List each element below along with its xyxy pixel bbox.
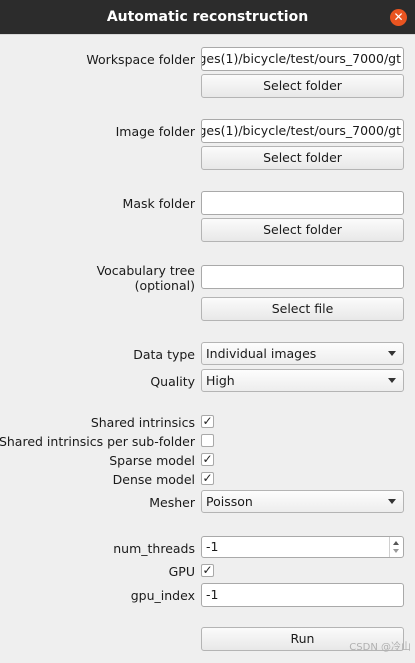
workspace-folder-input[interactable]: ages(1)/bicycle/test/ours_7000/gt [201, 47, 404, 71]
image-folder-label: Image folder [115, 124, 195, 139]
gpu-index-label: gpu_index [130, 588, 195, 603]
shared-intrinsics-subfolder-checkbox[interactable] [201, 434, 214, 447]
dialog-body: Workspace folder ages(1)/bicycle/test/ou… [0, 34, 415, 663]
shared-intrinsics-checkbox[interactable]: ✓ [201, 415, 214, 428]
data-type-label: Data type [133, 347, 195, 362]
data-type-select[interactable]: Individual images [201, 342, 404, 365]
mask-select-folder-button[interactable]: Select folder [201, 218, 404, 242]
quality-select[interactable]: High [201, 369, 404, 392]
spin-arrows[interactable] [389, 537, 403, 557]
chevron-down-icon [388, 351, 396, 356]
window-title: Automatic reconstruction [106, 9, 309, 25]
num-threads-label: num_threads [113, 541, 195, 556]
workspace-select-folder-button[interactable]: Select folder [201, 74, 404, 98]
dense-model-checkbox[interactable]: ✓ [201, 472, 214, 485]
vocab-tree-input[interactable] [201, 265, 404, 289]
gpu-index-input[interactable]: -1 [201, 583, 404, 607]
spin-down-icon[interactable] [393, 549, 399, 553]
vocab-tree-label-line1: Vocabulary tree [96, 263, 195, 278]
mask-folder-label: Mask folder [122, 196, 195, 211]
num-threads-spinbox[interactable]: -1 [201, 536, 404, 558]
shared-intrinsics-subfolder-label: Shared intrinsics per sub-folder [0, 434, 195, 449]
sparse-model-checkbox[interactable]: ✓ [201, 453, 214, 466]
mesher-value: Poisson [206, 494, 253, 509]
mesher-select[interactable]: Poisson [201, 490, 404, 513]
mesher-label: Mesher [149, 495, 195, 510]
sparse-model-label: Sparse model [109, 453, 195, 468]
image-select-folder-button[interactable]: Select folder [201, 146, 404, 170]
quality-label: Quality [150, 374, 195, 389]
spin-up-icon[interactable] [393, 541, 399, 545]
mask-folder-input[interactable] [201, 191, 404, 215]
chevron-down-icon [388, 378, 396, 383]
image-folder-input[interactable]: ages(1)/bicycle/test/ours_7000/gt [201, 119, 404, 143]
workspace-folder-label: Workspace folder [86, 52, 195, 67]
vocab-select-file-button[interactable]: Select file [201, 297, 404, 321]
close-icon[interactable]: ✕ [390, 9, 407, 26]
watermark: CSDN @冷山 [349, 642, 411, 653]
data-type-value: Individual images [206, 346, 317, 361]
vocab-tree-label: Vocabulary tree (optional) [97, 263, 195, 293]
gpu-checkbox[interactable]: ✓ [201, 564, 214, 577]
num-threads-value: -1 [206, 539, 219, 554]
title-bar: Automatic reconstruction ✕ [0, 0, 415, 34]
vocab-tree-label-line2: (optional) [134, 278, 195, 293]
gpu-label: GPU [168, 564, 195, 579]
chevron-down-icon [388, 499, 396, 504]
quality-value: High [206, 373, 235, 388]
dense-model-label: Dense model [112, 472, 195, 487]
shared-intrinsics-label: Shared intrinsics [90, 415, 195, 430]
